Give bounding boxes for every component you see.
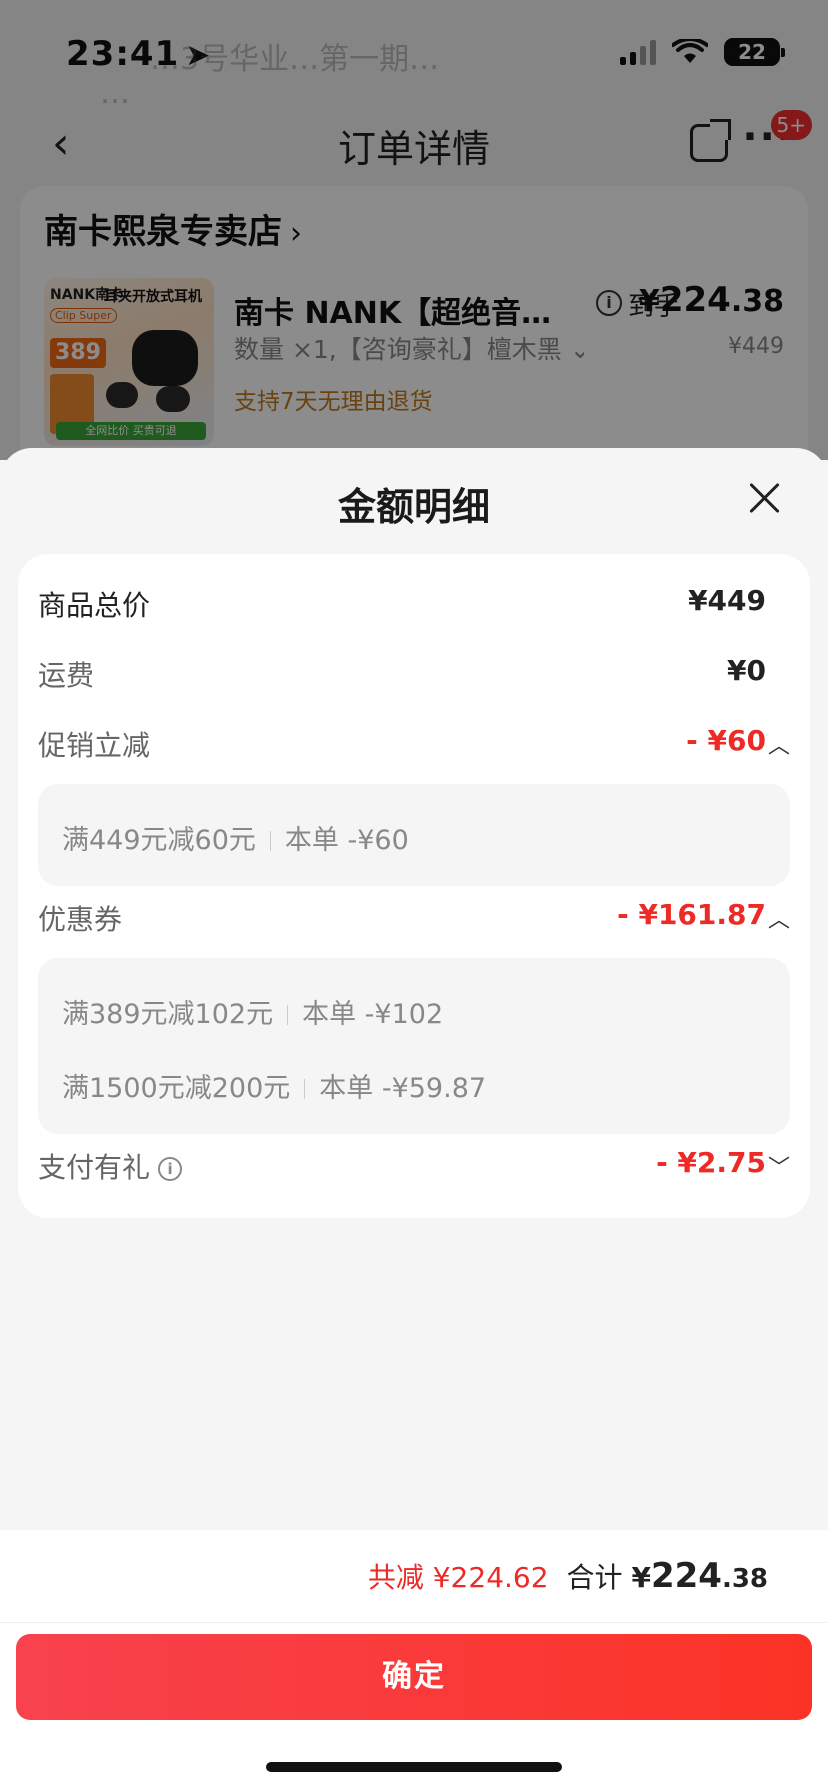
- coupon-detail-line: 满389元减102元 本单 -¥102: [62, 992, 443, 1031]
- chevron-down-icon[interactable]: ﹀: [768, 1150, 790, 1182]
- coupon-value: - ¥161.87: [617, 898, 766, 931]
- divider: [269, 831, 271, 851]
- goods-total-value: ¥449: [688, 584, 766, 617]
- footer-divider: [0, 1622, 828, 1623]
- total-amount: 合计 ¥224.38: [567, 1556, 768, 1596]
- coupon-amount: 本单 -¥59.87: [319, 1073, 487, 1104]
- total-label: 合计: [566, 1561, 623, 1594]
- row-goods-total: 商品总价 ¥449: [18, 584, 810, 624]
- amount-detail-card: 商品总价 ¥449 运费 ¥0 促销立减 - ¥60 ︿ 满449元减60元 本单…: [18, 554, 810, 1218]
- modal-backdrop[interactable]: [0, 0, 828, 460]
- pay-gift-value: - ¥2.75: [656, 1146, 766, 1179]
- home-indicator[interactable]: [266, 1762, 562, 1772]
- promo-detail-box: 满449元减60元 本单 -¥60: [38, 784, 790, 886]
- row-coupon[interactable]: 优惠券 - ¥161.87 ︿: [18, 898, 810, 938]
- promo-rule: 满449元减60元: [62, 825, 256, 856]
- row-pay-gift[interactable]: 支付有礼 i - ¥2.75 ﹀: [18, 1146, 810, 1186]
- coupon-amount: 本单 -¥102: [302, 999, 444, 1030]
- sheet-title: 金额明细: [337, 485, 490, 529]
- pay-gift-label-wrap: 支付有礼 i: [38, 1146, 183, 1186]
- chevron-up-icon[interactable]: ︿: [768, 728, 790, 760]
- shipping-value: ¥0: [727, 654, 766, 687]
- close-icon[interactable]: [744, 478, 784, 518]
- chevron-up-icon[interactable]: ︿: [768, 902, 790, 934]
- coupon-detail-line: 满1500元减200元 本单 -¥59.87: [62, 1066, 486, 1105]
- coupon-rule: 满1500元减200元: [62, 1073, 291, 1104]
- coupon-rule: 满389元减102元: [62, 999, 274, 1030]
- goods-total-label: 商品总价: [38, 589, 151, 622]
- coupon-label: 优惠券: [38, 903, 123, 936]
- summary-row: 共减 ¥224.62 合计 ¥224.38: [368, 1556, 768, 1596]
- row-shipping: 运费 ¥0: [18, 654, 810, 694]
- row-promo[interactable]: 促销立减 - ¥60 ︿: [18, 724, 810, 764]
- total-currency: ¥: [631, 1561, 651, 1594]
- footer-bar: 共减 ¥224.62 合计 ¥224.38 确定: [0, 1530, 828, 1792]
- total-dec: .38: [721, 1564, 768, 1594]
- pay-gift-label: 支付有礼: [38, 1151, 151, 1184]
- confirm-button[interactable]: 确定: [16, 1634, 812, 1720]
- total-reduction: 共减 ¥224.62: [367, 1561, 549, 1594]
- coupon-detail-box: 满389元减102元 本单 -¥102 满1500元减200元 本单 -¥59.87: [38, 958, 790, 1134]
- divider: [304, 1079, 306, 1099]
- promo-detail-line: 满449元减60元 本单 -¥60: [62, 818, 409, 857]
- shipping-label: 运费: [38, 659, 95, 692]
- promo-amount: 本单 -¥60: [284, 825, 409, 856]
- total-int: 224: [650, 1556, 722, 1596]
- promo-value: - ¥60: [686, 724, 766, 757]
- promo-label: 促销立减: [38, 729, 151, 762]
- divider: [287, 1005, 289, 1025]
- info-icon[interactable]: i: [158, 1157, 183, 1181]
